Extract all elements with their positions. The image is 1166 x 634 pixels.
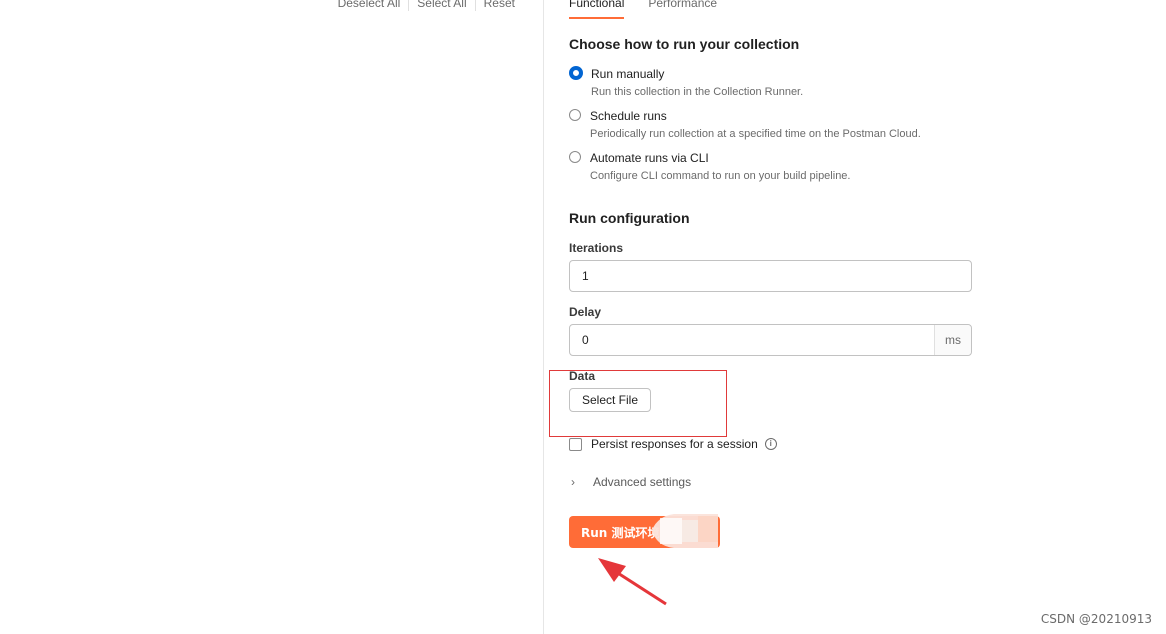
reset-button[interactable]: Reset [476, 0, 523, 12]
radio-schedule-runs[interactable]: Schedule runs Periodically run collectio… [569, 108, 921, 141]
radio-label: Automate runs via CLI [590, 151, 709, 165]
tab-functional[interactable]: Functional [569, 0, 625, 19]
delay-input[interactable] [570, 326, 934, 354]
radio-label: Run manually [591, 67, 665, 81]
run-config-title: Run configuration [569, 210, 690, 226]
deselect-all-button[interactable]: Deselect All [330, 0, 409, 12]
tab-performance[interactable]: Performance [648, 0, 717, 19]
radio-description: Run this collection in the Collection Ru… [591, 86, 804, 98]
radio-description: Periodically run collection at a specifi… [590, 128, 921, 140]
request-list-panel: Deselect All Select All Reset [0, 0, 544, 634]
radio-automate-cli[interactable]: Automate runs via CLI Configure CLI comm… [569, 150, 850, 183]
runner-tabs: Functional Performance [569, 0, 741, 19]
persist-responses-checkbox[interactable] [569, 437, 582, 451]
run-mode-title: Choose how to run your collection [569, 36, 800, 52]
chevron-right-icon: › [571, 475, 575, 489]
radio-description: Configure CLI command to run on your bui… [590, 170, 851, 182]
collection-runner-page: Deselect All Select All Reset Functional… [0, 0, 1166, 634]
delay-label: Delay [569, 305, 602, 319]
delay-field[interactable]: ms [569, 324, 972, 356]
iterations-label: Iterations [569, 241, 624, 255]
select-file-button[interactable]: Select File [569, 388, 652, 412]
radio-run-manually[interactable]: Run manually Run this collection in the … [569, 66, 803, 99]
iterations-field[interactable] [569, 260, 972, 292]
run-collection-button[interactable]: Run 测试环境 [569, 516, 720, 548]
radio-button[interactable] [569, 151, 581, 163]
radio-label: Schedule runs [590, 109, 667, 123]
radio-button[interactable] [569, 109, 581, 121]
persist-responses-row[interactable]: Persist responses for a session i [569, 437, 777, 451]
advanced-settings-toggle[interactable]: › Advanced settings [569, 475, 691, 489]
advanced-settings-label: Advanced settings [593, 475, 692, 489]
persist-responses-label: Persist responses for a session [591, 437, 758, 451]
delay-unit: ms [934, 325, 971, 355]
watermark: CSDN @20210913 [1040, 612, 1152, 626]
info-icon[interactable]: i [764, 438, 777, 450]
iterations-input[interactable] [570, 262, 971, 290]
radio-button-checked[interactable] [569, 66, 583, 80]
selection-actions: Deselect All Select All Reset [330, 0, 523, 12]
select-all-button[interactable]: Select All [409, 0, 474, 12]
data-label: Data [569, 369, 596, 383]
annotation-arrow-icon [598, 558, 667, 606]
